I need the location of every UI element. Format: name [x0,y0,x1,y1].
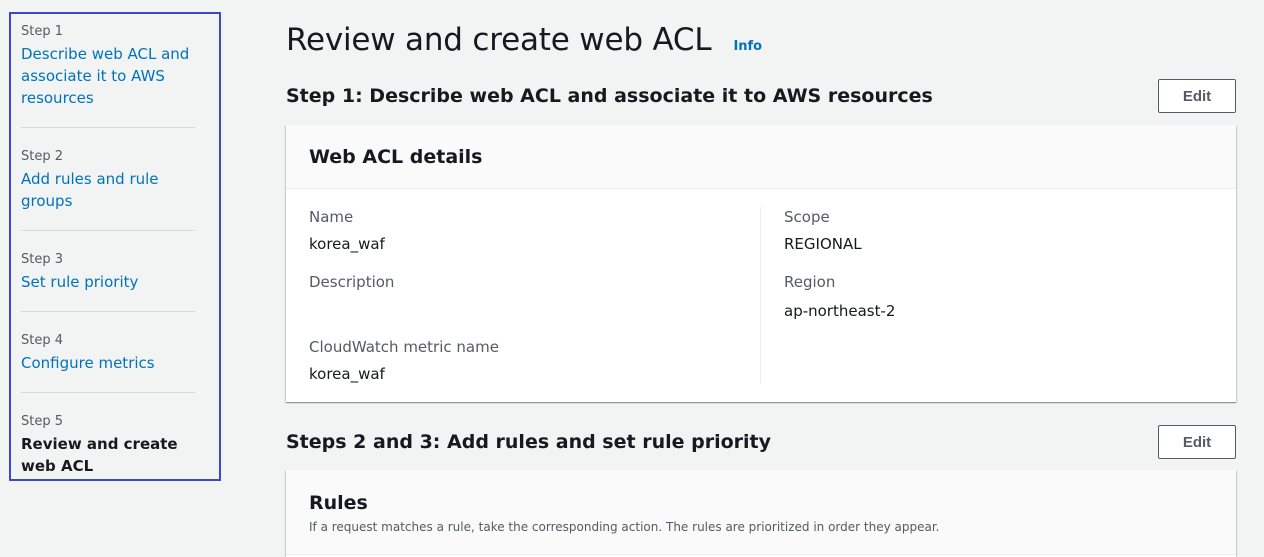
details-column-left: Name korea_waf Description CloudWatch me… [309,207,761,384]
details-grid: Name korea_waf Description CloudWatch me… [286,189,1236,404]
section-step2-header: Steps 2 and 3: Add rules and set rule pr… [286,425,1236,459]
edit-step1-button[interactable]: Edit [1158,79,1236,113]
section-step1-title: Step 1: Describe web ACL and associate i… [286,85,933,107]
rules-panel: Rules If a request matches a rule, take … [286,470,1236,557]
panel-header: Web ACL details [286,125,1236,189]
step-link-add-rules[interactable]: Add rules and rule groups [21,168,195,212]
panel-title: Rules [309,492,368,514]
step-number: Step 3 [21,252,64,267]
step-number: Step 5 [21,414,64,429]
field-region: Region ap-northeast-2 [784,272,1213,321]
field-description: Description [309,272,740,319]
step-link-describe-web-acl[interactable]: Describe web ACL and associate it to AWS… [21,43,195,109]
details-column-right: Scope REGIONAL Region ap-northeast-2 [761,207,1213,384]
wizard-step-2: Step 2 Add rules and rule groups [21,148,195,231]
field-value: REGIONAL [784,235,862,253]
panel-title: Web ACL details [309,146,483,168]
field-label: Description [309,273,395,291]
info-link[interactable]: Info [733,39,762,54]
step-number: Step 4 [21,333,64,348]
field-value: ap-northeast-2 [784,302,896,320]
page-title: Review and create web ACL [286,22,712,58]
field-label: Name [309,208,354,226]
field-scope: Scope REGIONAL [784,207,1213,254]
section-step1-header: Step 1: Describe web ACL and associate i… [286,79,1236,113]
field-value: korea_waf [309,365,385,383]
field-value [309,299,740,319]
field-label: Scope [784,208,830,226]
step-link-configure-metrics[interactable]: Configure metrics [21,352,195,374]
wizard-navigation: Step 1 Describe web ACL and associate it… [9,12,221,481]
edit-step2-button[interactable]: Edit [1158,425,1236,459]
wizard-step-1: Step 1 Describe web ACL and associate it… [21,23,195,128]
web-acl-details-panel: Web ACL details Name korea_waf Descripti… [286,125,1236,402]
wizard-step-5: Step 5 Review and create web ACL [21,413,195,495]
field-label: CloudWatch metric name [309,338,499,356]
field-name: Name korea_waf [309,207,740,254]
wizard-step-4: Step 4 Configure metrics [21,332,195,393]
step-number: Step 2 [21,149,64,164]
panel-description: If a request matches a rule, take the co… [309,520,940,534]
panel-header: Rules If a request matches a rule, take … [286,470,1236,555]
section-step2-title: Steps 2 and 3: Add rules and set rule pr… [286,431,772,453]
page-root: Step 1 Describe web ACL and associate it… [0,0,1264,557]
wizard-step-3: Step 3 Set rule priority [21,251,195,312]
step-link-set-rule-priority[interactable]: Set rule priority [21,271,195,293]
field-value: korea_waf [309,235,385,253]
field-cloudwatch-metric: CloudWatch metric name korea_waf [309,337,740,384]
page-header: Review and create web ACL Info [286,22,762,58]
field-label: Region [784,273,836,291]
step-current-review: Review and create web ACL [21,435,178,475]
step-number: Step 1 [21,24,64,39]
